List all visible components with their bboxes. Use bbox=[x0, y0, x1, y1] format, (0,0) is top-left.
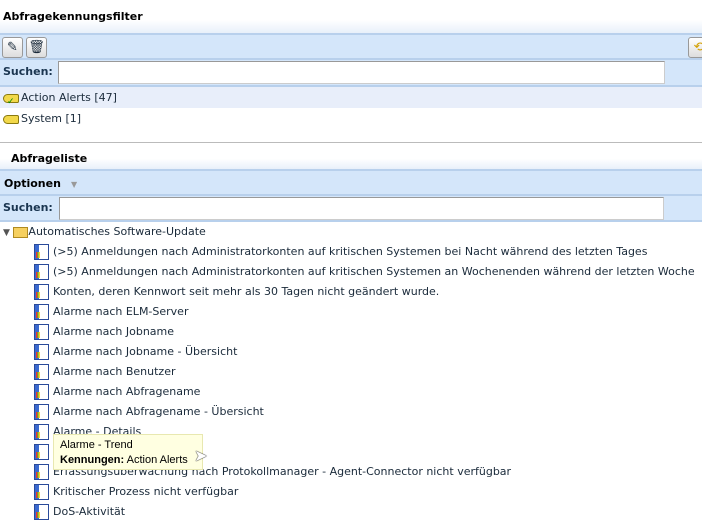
query-label: Alarme nach Abfragename bbox=[53, 385, 201, 398]
query-item[interactable]: Konten, deren Kennwort seit mehr als 30 … bbox=[0, 282, 702, 302]
report-icon bbox=[34, 504, 49, 520]
report-icon bbox=[34, 484, 49, 500]
mouse-cursor-icon: ➤ bbox=[194, 446, 208, 465]
folder-label: Automatisches Software-Update bbox=[28, 225, 206, 238]
query-tree: ▼ Automatisches Software-Update (>5) Anm… bbox=[0, 222, 702, 522]
refresh-icon: ⟲ bbox=[693, 40, 702, 55]
query-label: Konten, deren Kennwort seit mehr als 30 … bbox=[53, 285, 440, 298]
report-icon bbox=[34, 264, 49, 280]
report-icon bbox=[34, 344, 49, 360]
query-label: DoS-Aktivität bbox=[53, 505, 126, 518]
tag-label: Action Alerts [47] bbox=[21, 91, 117, 104]
list-panel-header: Abfrageliste bbox=[0, 143, 702, 171]
tooltip: Alarme - Trend Kennungen: Action Alerts bbox=[53, 434, 203, 470]
query-item[interactable]: Alarme nach Benutzer bbox=[0, 362, 702, 382]
options-menu[interactable]: Optionen ▼ bbox=[4, 177, 77, 190]
options-bar: Optionen ▼ bbox=[0, 171, 702, 196]
options-label: Optionen bbox=[4, 177, 61, 190]
report-icon bbox=[34, 424, 49, 440]
query-item[interactable]: Alarme nach Jobname - Übersicht bbox=[0, 342, 702, 362]
query-label: Alarme nach Benutzer bbox=[53, 365, 176, 378]
tooltip-title: Alarme - Trend bbox=[60, 439, 133, 451]
query-item[interactable]: DoS-Aktivität bbox=[0, 502, 702, 522]
chevron-down-icon: ▼ bbox=[70, 180, 78, 189]
query-item[interactable]: (>5) Anmeldungen nach Administratorkonte… bbox=[0, 262, 702, 282]
list-search-bar: Suchen: bbox=[0, 196, 702, 222]
query-item[interactable]: Alarme nach Abfragename - Übersicht bbox=[0, 402, 702, 422]
filter-panel-title: Abfragekennungsfilter bbox=[3, 10, 143, 23]
query-label: (>5) Anmeldungen nach Administratorkonte… bbox=[53, 265, 695, 278]
expand-arrow-icon[interactable]: ▼ bbox=[3, 228, 10, 238]
tag-action-alerts[interactable]: ✓ Action Alerts [47] bbox=[0, 87, 702, 108]
pencil-icon: ✎ bbox=[7, 40, 18, 55]
query-label: (>5) Anmeldungen nach Administratorkonte… bbox=[53, 245, 648, 258]
query-label: Alarme nach ELM-Server bbox=[53, 305, 189, 318]
trash-icon: 🗑 bbox=[28, 40, 45, 55]
query-item[interactable]: Alarme nach Abfragename bbox=[0, 382, 702, 402]
tree-folder[interactable]: ▼ Automatisches Software-Update bbox=[0, 222, 702, 242]
tag-label: System [1] bbox=[21, 112, 82, 125]
query-label: Alarme nach Jobname bbox=[53, 325, 175, 338]
report-icon bbox=[34, 324, 49, 340]
tag-icon bbox=[3, 114, 19, 124]
report-icon bbox=[34, 304, 49, 320]
query-label: Kritischer Prozess nicht verfügbar bbox=[53, 485, 239, 498]
tag-checked-icon: ✓ bbox=[3, 93, 19, 107]
query-item[interactable]: Alarme nach Jobname bbox=[0, 322, 702, 342]
query-item[interactable]: Kritischer Prozess nicht verfügbar bbox=[0, 482, 702, 502]
report-icon bbox=[34, 384, 49, 400]
query-item[interactable]: Alarme nach ELM-Server bbox=[0, 302, 702, 322]
report-icon bbox=[34, 444, 49, 460]
query-label: Alarme nach Abfragename - Übersicht bbox=[53, 405, 264, 418]
query-item[interactable]: (>5) Anmeldungen nach Administratorkonte… bbox=[0, 242, 702, 262]
filter-search-label: Suchen: bbox=[3, 65, 53, 78]
tag-system[interactable]: System [1] bbox=[0, 108, 702, 129]
filter-search-input[interactable] bbox=[58, 61, 665, 84]
edit-button[interactable]: ✎ bbox=[2, 37, 23, 58]
list-search-input[interactable] bbox=[59, 197, 664, 220]
query-label: Alarme nach Jobname - Übersicht bbox=[53, 345, 238, 358]
folder-icon bbox=[13, 226, 29, 238]
refresh-button[interactable]: ⟲ bbox=[688, 37, 702, 58]
report-icon bbox=[34, 364, 49, 380]
list-search-label: Suchen: bbox=[3, 201, 53, 214]
report-icon bbox=[34, 284, 49, 300]
report-icon bbox=[34, 244, 49, 260]
list-panel-title: Abfrageliste bbox=[11, 152, 88, 165]
report-icon bbox=[34, 404, 49, 420]
tooltip-value: Action Alerts bbox=[126, 454, 188, 466]
filter-panel-header: Abfragekennungsfilter bbox=[0, 0, 702, 35]
tooltip-key: Kennungen: bbox=[60, 454, 125, 466]
filter-toolbar: ✎ 🗑 ⟲ bbox=[0, 35, 702, 60]
report-icon bbox=[34, 464, 49, 480]
filter-search-bar: Suchen: bbox=[0, 60, 702, 87]
delete-button[interactable]: 🗑 bbox=[26, 37, 47, 58]
